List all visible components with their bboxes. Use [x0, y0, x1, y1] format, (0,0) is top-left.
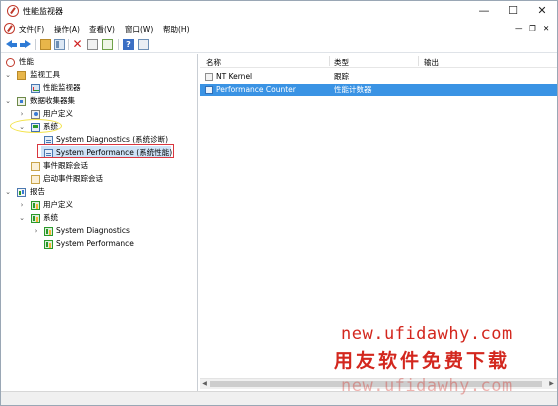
tree-item-label: 用户定义 — [43, 200, 73, 209]
menu-action[interactable]: 操作(A) — [54, 24, 80, 35]
chevron-down-icon[interactable]: ⌄ — [4, 186, 12, 198]
menu-file[interactable]: 文件(F) — [19, 24, 44, 35]
forward-arrow-icon[interactable] — [20, 39, 31, 50]
view-icon[interactable] — [138, 39, 149, 50]
tree-item-label: 用户定义 — [43, 109, 73, 118]
list-row-performance-counter[interactable]: Performance Counter 性能计数器 — [200, 84, 557, 96]
watermark-slogan: 用友软件免费下载 — [334, 350, 511, 372]
performance-monitor-icon — [31, 84, 40, 93]
report-folder-icon — [31, 201, 40, 210]
window-title: 性能监视器 — [23, 7, 63, 16]
close-button[interactable]: ✕ — [527, 1, 557, 21]
column-divider[interactable] — [418, 56, 419, 66]
list-header: 名称 类型 输出 — [200, 54, 557, 68]
tree-item-label: 系统 — [43, 213, 58, 222]
help-icon[interactable]: ? — [123, 39, 134, 50]
export-list-icon[interactable] — [102, 39, 113, 50]
reports-icon — [17, 188, 26, 197]
chevron-right-icon[interactable]: › — [18, 108, 26, 120]
delete-icon[interactable]: ✕ — [72, 38, 83, 50]
column-divider[interactable] — [329, 56, 330, 66]
tree-item-label: System Performance — [56, 239, 134, 248]
child-close-button[interactable]: ✕ — [543, 24, 549, 33]
maximize-button[interactable]: ☐ — [498, 1, 528, 21]
minimize-button[interactable]: — — [469, 1, 499, 21]
performance-monitor-icon — [7, 5, 19, 17]
tree-item-label: 监视工具 — [30, 70, 60, 79]
watermark-url-reflection: new.ufidawhy.com — [341, 376, 513, 396]
toolbar-separator — [35, 39, 36, 50]
user-defined-icon — [31, 110, 40, 119]
watermark-url: new.ufidawhy.com — [341, 324, 513, 344]
menu-bar: 文件(F) 操作(A) 查看(V) 窗口(W) 帮助(H) — ❐ ✕ — [1, 21, 557, 36]
mmc-menu-icon[interactable] — [4, 23, 15, 34]
chevron-down-icon[interactable]: ⌄ — [18, 212, 26, 224]
tree-item-label: 报告 — [30, 187, 45, 196]
child-minimize-button[interactable]: — — [515, 24, 523, 33]
red-highlight-box — [37, 144, 174, 158]
chevron-down-icon[interactable]: ⌄ — [4, 95, 12, 107]
tree-item-label: 数据收集器集 — [30, 96, 75, 105]
tree-item-label: System Diagnostics — [56, 226, 130, 235]
menu-help[interactable]: 帮助(H) — [163, 24, 190, 35]
title-bar: 性能监视器 — ☐ ✕ — [1, 1, 557, 21]
report-folder-icon — [31, 214, 40, 223]
list-row-nt-kernel[interactable]: NT Kernel 跟踪 — [200, 71, 557, 83]
row-name: Performance Counter — [216, 85, 296, 94]
menu-view[interactable]: 查看(V) — [89, 24, 115, 35]
data-collector-sets-icon — [17, 97, 26, 106]
tree-item-label: 性能 — [19, 57, 34, 66]
event-trace-icon — [31, 162, 40, 171]
chevron-down-icon[interactable]: ⌄ — [4, 69, 12, 81]
performance-counter-icon — [205, 86, 213, 94]
scroll-right-icon[interactable]: ▶ — [547, 379, 556, 389]
tree-item-label: 性能监视器 — [43, 83, 81, 92]
column-header-type[interactable]: 类型 — [334, 57, 349, 68]
toolbar-separator — [118, 39, 119, 50]
up-folder-icon[interactable] — [40, 39, 51, 50]
yellow-highlight-ellipse — [10, 119, 62, 133]
toolbar-separator — [68, 39, 69, 50]
tree-item-label: 事件跟踪会话 — [43, 161, 88, 170]
folder-icon — [17, 71, 26, 80]
row-type: 性能计数器 — [334, 85, 372, 94]
row-type: 跟踪 — [334, 72, 349, 81]
menu-window[interactable]: 窗口(W) — [125, 24, 153, 35]
performance-icon — [6, 58, 15, 67]
properties-icon[interactable] — [87, 39, 98, 50]
scroll-left-icon[interactable]: ◀ — [200, 379, 209, 389]
report-icon — [44, 227, 53, 236]
startup-trace-icon — [31, 175, 40, 184]
trace-session-icon — [205, 73, 213, 81]
report-icon — [44, 240, 53, 249]
chevron-right-icon[interactable]: › — [18, 199, 26, 211]
row-name: NT Kernel — [216, 72, 253, 81]
column-header-output[interactable]: 输出 — [424, 57, 439, 68]
toolbar: ✕ ? — [1, 36, 557, 53]
child-restore-button[interactable]: ❐ — [529, 24, 536, 33]
column-header-name[interactable]: 名称 — [206, 57, 221, 68]
chevron-right-icon[interactable]: › — [32, 225, 40, 237]
performance-monitor-window: 性能监视器 — ☐ ✕ 文件(F) 操作(A) 查看(V) 窗口(W) 帮助(H… — [0, 0, 558, 406]
navigation-tree: 性能 ⌄ 监视工具 性能监视器 ⌄ 数据收集器集 › 用户定义 ⌄ 系统 Sys… — [1, 54, 198, 391]
show-hide-tree-icon[interactable] — [54, 39, 65, 50]
back-arrow-icon[interactable] — [6, 39, 17, 50]
tree-item-label: 启动事件跟踪会话 — [43, 174, 103, 183]
